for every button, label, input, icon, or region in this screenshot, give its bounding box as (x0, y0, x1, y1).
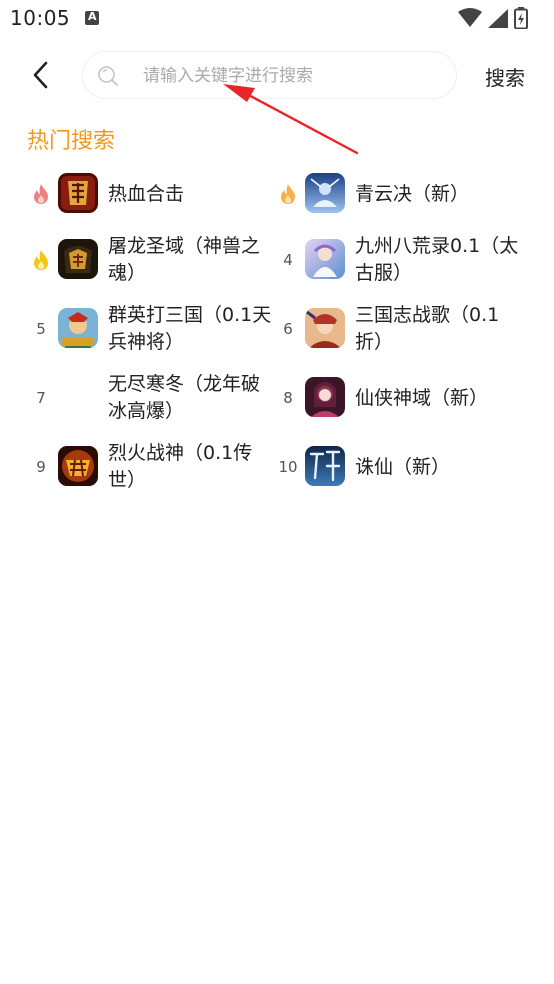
game-icon (305, 239, 345, 279)
signal-icon (488, 9, 508, 28)
annotation-arrow-icon (223, 84, 359, 155)
fire-orange-icon (281, 184, 295, 204)
rank-slot: 7 (30, 367, 52, 429)
rank-slot (277, 163, 299, 225)
chevron-left-icon (33, 61, 48, 89)
rank-slot: 10 (277, 436, 299, 498)
rank-slot: 8 (277, 367, 299, 429)
rank-number: 8 (283, 389, 293, 407)
rank-number: 9 (36, 458, 46, 476)
fire-red-icon (34, 184, 48, 204)
game-name: 九州八荒录0.1（太古服） (355, 235, 519, 284)
game-icon (58, 239, 98, 279)
back-button[interactable] (26, 58, 56, 92)
notification-icon (85, 10, 99, 25)
search-button[interactable]: 搜索 (485, 62, 525, 91)
rank-number: 7 (36, 389, 46, 407)
status-bar: 10:05 (0, 0, 554, 38)
hot-item[interactable]: 热血合击 (30, 163, 270, 225)
status-time: 10:05 (10, 6, 71, 30)
rank-slot: 6 (277, 298, 299, 360)
hot-search-title: 热门搜索 (27, 129, 116, 154)
hot-item[interactable]: 6 三国志战歌（0.1折） (277, 298, 517, 360)
rank-slot: 9 (30, 436, 52, 498)
game-name: 热血合击 (108, 182, 185, 205)
rank-slot: 5 (30, 298, 52, 360)
hot-item[interactable]: 9 烈火战神（0.1传世） (30, 436, 270, 498)
hot-item[interactable]: 青云决（新） (277, 163, 517, 225)
game-name: 无尽寒冬（龙年破冰高爆） (108, 373, 261, 422)
game-name: 青云决（新） (355, 182, 470, 205)
rank-number: 6 (283, 320, 293, 338)
game-icon (305, 308, 345, 348)
rank-number: 10 (278, 458, 298, 476)
game-name: 诛仙（新） (355, 455, 451, 478)
rank-slot (30, 229, 52, 291)
status-icons (454, 7, 544, 30)
wifi-icon (458, 8, 482, 27)
rank-number: 5 (36, 320, 46, 338)
game-name: 三国志战歌（0.1折） (355, 304, 500, 353)
rank-slot: 4 (277, 229, 299, 291)
game-icon (305, 446, 345, 486)
game-icon (58, 446, 98, 486)
hot-item[interactable]: 屠龙圣域（神兽之魂） (30, 229, 270, 291)
rank-number: 4 (283, 251, 293, 269)
game-icon (305, 377, 345, 417)
hot-item[interactable]: 8 仙侠神域（新） (277, 367, 517, 429)
game-name: 仙侠神域（新） (355, 386, 489, 409)
battery-icon (514, 7, 528, 29)
game-icon (58, 173, 98, 213)
game-name: 烈火战神（0.1传世） (108, 442, 253, 491)
rank-slot (30, 163, 52, 225)
hot-item[interactable]: 4 九州八荒录0.1（太古服） (277, 229, 518, 291)
game-name: 屠龙圣域（神兽之魂） (108, 235, 261, 284)
hot-item[interactable]: 10 诛仙（新） (277, 436, 517, 498)
fire-yellow-icon (34, 250, 48, 270)
game-icon (58, 308, 98, 348)
game-icon (305, 173, 345, 213)
search-icon (98, 66, 118, 86)
game-name: 群英打三国（0.1天兵神将） (108, 304, 272, 353)
hot-item[interactable]: 7 无尽寒冬（龙年破冰高爆） (30, 367, 270, 429)
hot-item[interactable]: 5 群英打三国（0.1天兵神将） (30, 298, 271, 360)
